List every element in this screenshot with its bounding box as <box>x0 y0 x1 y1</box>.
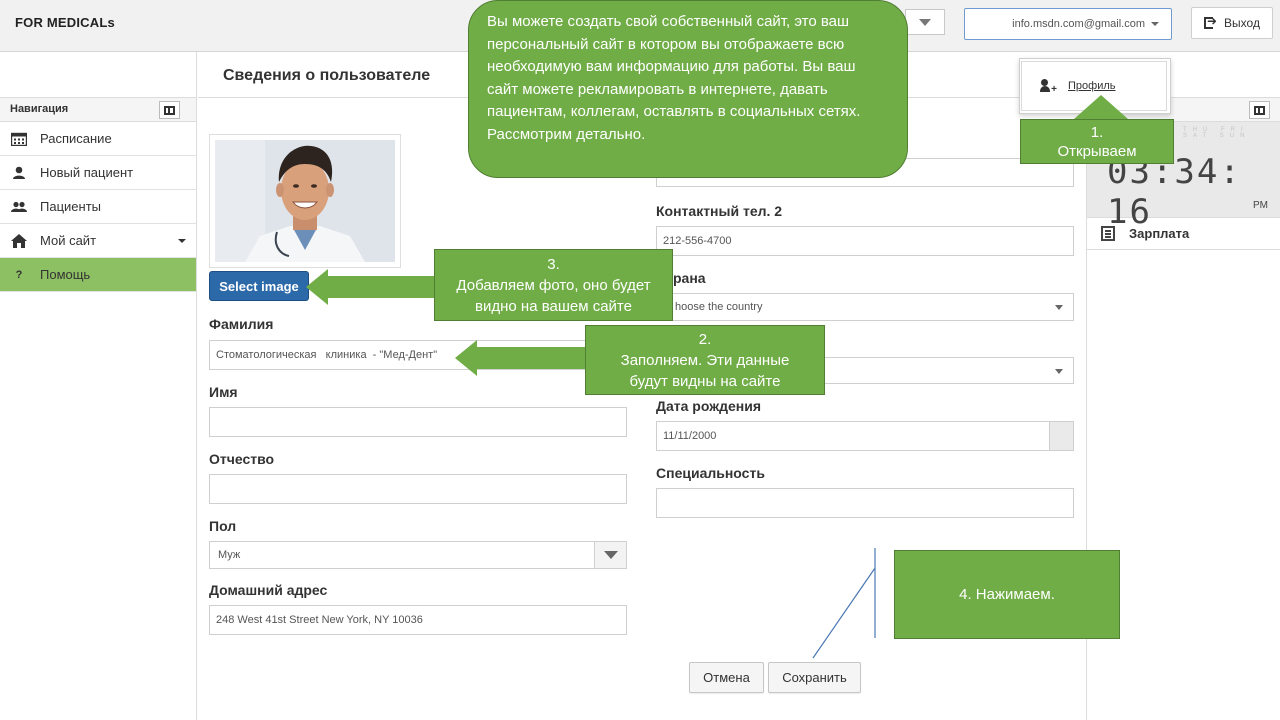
sidebar-toggle-button[interactable] <box>159 101 180 119</box>
sidebar-spacer <box>0 52 196 98</box>
step1-arrow <box>1074 95 1128 119</box>
profile-photo <box>215 140 395 262</box>
save-button[interactable]: Сохранить <box>768 662 861 693</box>
calculator-icon <box>1101 226 1115 241</box>
address-value: 248 West 41st Street New York, NY 10036 <box>216 614 423 626</box>
address-field[interactable]: 248 West 41st Street New York, NY 10036 <box>209 605 627 635</box>
step3-arrow-head <box>306 269 328 305</box>
last-name-label: Фамилия <box>209 316 274 332</box>
calendar-icon <box>10 131 28 147</box>
info-bubble: Вы можете создать свой собственный сайт,… <box>468 0 908 178</box>
users-icon <box>10 199 28 215</box>
step3-arrow-shaft <box>326 276 436 298</box>
step1-callout: 1. Открываем <box>1020 119 1174 164</box>
last-name-value: Стоматологическая клиника - "Мед-Дент" <box>216 349 438 361</box>
info-bubble-text: Вы можете создать свой собственный сайт,… <box>487 13 861 143</box>
clock-ampm: PM <box>1253 200 1268 211</box>
phone2-label: Контактный тел. 2 <box>656 203 783 219</box>
profile-label: Профиль <box>1068 80 1116 92</box>
specialty-field[interactable] <box>656 488 1074 518</box>
doctor-portrait-image <box>215 140 395 262</box>
gender-value: Муж <box>218 549 241 561</box>
step4-pointer-line <box>812 548 876 659</box>
cancel-button[interactable]: Отмена <box>689 662 764 693</box>
top-dropdown[interactable] <box>905 9 945 35</box>
gender-select[interactable]: Муж <box>209 541 627 569</box>
specialty-label: Специальность <box>656 465 765 481</box>
user-menu-button[interactable]: info.msdn.com@gmail.com <box>964 8 1172 40</box>
step3-callout: 3. Добавляем фото, оно будет видно на ва… <box>434 249 673 321</box>
address-label: Домашний адрес <box>209 582 328 598</box>
birth-date-value: 11/11/2000 <box>663 430 717 442</box>
date-picker-button[interactable] <box>1049 422 1073 450</box>
logout-icon <box>1204 14 1218 29</box>
sidebar-item-label: Помощь <box>40 267 91 282</box>
sidebar: Навигация Расписание Новый пациент Пацие… <box>0 52 197 720</box>
grid-icon <box>164 105 175 115</box>
nav-header-label: Навигация <box>10 103 69 115</box>
caret-down-icon <box>1055 305 1063 310</box>
sidebar-item-my-site[interactable]: Мой сайт <box>0 224 196 258</box>
country-label: рана <box>673 270 706 286</box>
gender-label: Пол <box>209 518 237 534</box>
caret-down-icon <box>1055 369 1063 374</box>
home-icon <box>10 233 28 249</box>
country-value: hoose the country <box>675 301 763 313</box>
sidebar-item-label: Расписание <box>40 131 112 146</box>
chevron-down-icon <box>919 18 931 26</box>
grid-icon <box>1254 105 1265 115</box>
step2-arrow-head <box>455 340 477 376</box>
gender-dropdown-button[interactable] <box>594 542 626 568</box>
caret-down-icon <box>178 239 186 243</box>
chevron-down-icon <box>603 551 618 559</box>
step2-line1: 2. <box>698 330 712 348</box>
user-icon <box>10 165 28 181</box>
country-select[interactable]: hoose the country <box>656 293 1074 321</box>
right-panel-toggle-button[interactable] <box>1249 101 1270 119</box>
logout-label: Выход <box>1224 16 1260 30</box>
step3-line3: видно на вашем сайте <box>475 297 632 315</box>
clock-time: 03:34: 16 <box>1107 152 1242 232</box>
brand-logo: FOR MEDICALs <box>15 15 115 30</box>
question-icon: ? <box>15 268 23 281</box>
user-email: info.msdn.com@gmail.com <box>1012 18 1145 30</box>
birth-date-field[interactable]: 11/11/2000 <box>656 421 1074 451</box>
patronymic-label: Отчество <box>209 451 275 467</box>
sidebar-item-label: Новый пациент <box>40 165 134 180</box>
sidebar-item-label: Пациенты <box>40 199 101 214</box>
logout-button[interactable]: Выход <box>1191 7 1273 39</box>
step2-line3: будут видны на сайте <box>629 372 781 390</box>
sidebar-item-help[interactable]: ? Помощь <box>0 258 196 292</box>
birth-date-label: Дата рождения <box>656 398 762 414</box>
step1-line1: 1. <box>1090 123 1104 141</box>
sidebar-item-new-patient[interactable]: Новый пациент <box>0 156 196 190</box>
step2-arrow-shaft <box>475 347 587 369</box>
step2-callout: 2. Заполняем. Эти данные будут видны на … <box>585 325 825 395</box>
step1-line2: Открываем <box>1057 142 1137 160</box>
sidebar-item-patients[interactable]: Пациенты <box>0 190 196 224</box>
nav-header: Навигация <box>0 98 196 122</box>
caret-down-icon <box>1151 22 1159 26</box>
step3-line1: 3. <box>547 255 560 273</box>
step4-text: 4. Нажимаем. <box>959 585 1055 603</box>
step4-callout: 4. Нажимаем. <box>894 550 1120 639</box>
profile-photo-frame <box>209 134 401 268</box>
sidebar-item-label: Мой сайт <box>40 233 97 248</box>
clock-days: THU FRI SAT SUN <box>1183 127 1251 139</box>
sidebar-item-schedule[interactable]: Расписание <box>0 122 196 156</box>
patronymic-field[interactable] <box>209 474 627 504</box>
step2-line2: Заполняем. Эти данные <box>620 351 790 369</box>
select-image-button[interactable]: Select image <box>209 271 309 301</box>
step3-line2: Добавляем фото, оно будет <box>456 276 651 294</box>
first-name-field[interactable] <box>209 407 627 437</box>
phone2-value: 212-556-4700 <box>663 235 732 247</box>
page-title: Сведения о пользователе <box>223 67 431 84</box>
first-name-label: Имя <box>209 384 238 400</box>
phone2-field[interactable]: 212-556-4700 <box>656 226 1074 256</box>
user-plus-icon: + <box>1040 79 1057 95</box>
